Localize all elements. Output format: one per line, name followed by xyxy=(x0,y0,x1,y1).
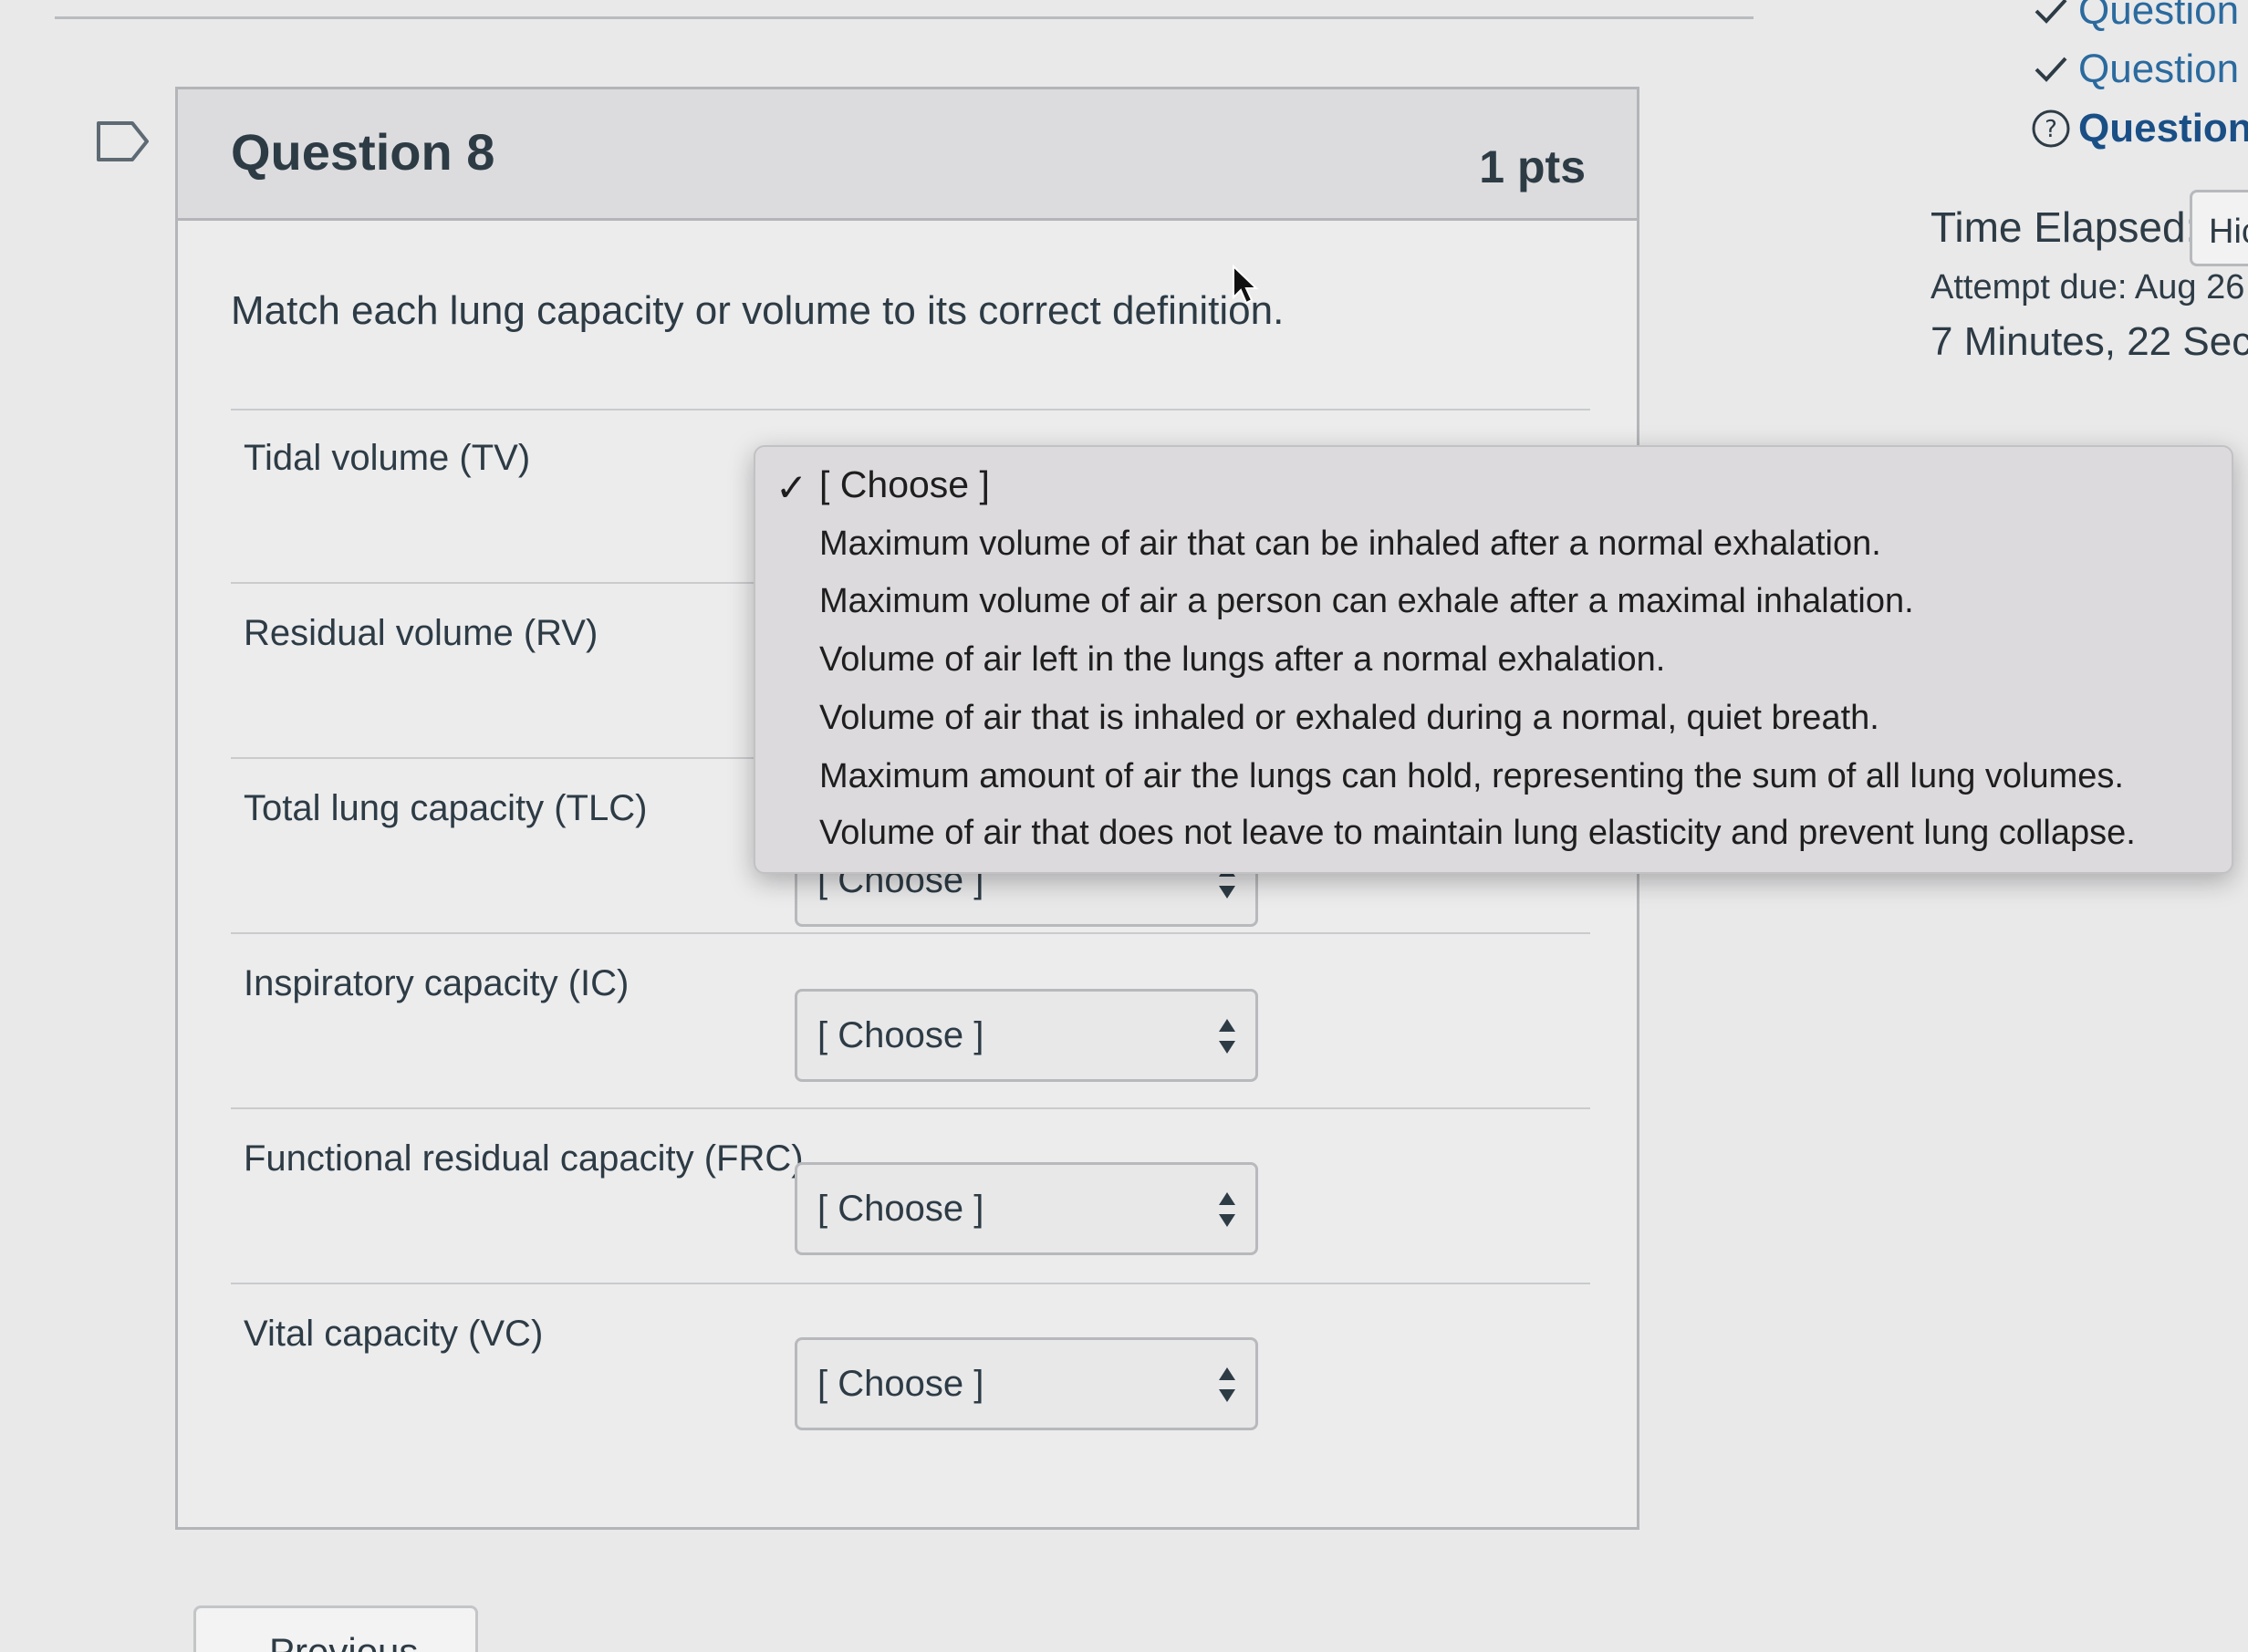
dropdown-option[interactable]: Volume of air left in the lungs after a … xyxy=(819,640,1665,680)
dropdown-option[interactable]: [ Choose ] xyxy=(819,463,990,506)
match-row-label: Tidal volume (TV) xyxy=(244,438,531,478)
mouse-cursor-icon xyxy=(1233,265,1259,305)
answer-select[interactable]: [ Choose ] xyxy=(795,1337,1258,1430)
hide-timer-label: Hic xyxy=(2209,213,2248,251)
row-divider xyxy=(231,932,1590,934)
dropdown-option[interactable]: Maximum volume of air a person can exhal… xyxy=(819,582,1914,621)
sidebar-question-link-current[interactable]: ? Question xyxy=(2031,103,2248,154)
top-divider xyxy=(55,16,1754,19)
question-points: 1 pts xyxy=(1479,141,1586,192)
match-row-label: Residual volume (RV) xyxy=(244,613,598,653)
match-row: Inspiratory capacity (IC) [ Choose ] xyxy=(231,936,1590,1109)
match-row: Vital capacity (VC) [ Choose ] xyxy=(231,1286,1590,1460)
answer-select[interactable]: [ Choose ] xyxy=(795,1162,1258,1255)
check-icon xyxy=(2035,0,2067,24)
sidebar-question-label: Question xyxy=(2078,106,2248,151)
question-prompt: Match each lung capacity or volume to it… xyxy=(231,288,1285,333)
check-icon xyxy=(2035,57,2067,82)
answer-dropdown-list[interactable]: ✓ [ Choose ] Maximum volume of air that … xyxy=(754,445,2233,874)
sidebar-question-link[interactable]: Question xyxy=(2031,44,2248,95)
dropdown-option[interactable]: Maximum volume of air that can be inhale… xyxy=(819,525,1881,564)
question-title: Question 8 xyxy=(231,123,495,181)
select-value: [ Choose ] xyxy=(817,1364,984,1404)
time-elapsed-value: 7 Minutes, 22 Seco xyxy=(1931,319,2248,364)
help-circle-icon: ? xyxy=(2032,109,2070,148)
match-row-label: Vital capacity (VC) xyxy=(244,1314,544,1354)
match-row-label: Inspiratory capacity (IC) xyxy=(244,963,630,1003)
answer-select[interactable]: [ Choose ] xyxy=(795,989,1258,1082)
select-arrows-icon xyxy=(1219,1019,1235,1054)
previous-button[interactable]: Previous xyxy=(193,1605,478,1652)
row-divider xyxy=(231,1107,1590,1109)
match-row-label: Total lung capacity (TLC) xyxy=(244,788,648,828)
sidebar-question-link[interactable]: Question xyxy=(2031,0,2248,36)
hide-timer-button[interactable]: Hic xyxy=(2190,190,2248,266)
select-value: [ Choose ] xyxy=(817,1015,984,1055)
dropdown-option[interactable]: Volume of air that does not leave to mai… xyxy=(819,814,2136,853)
dropdown-option[interactable]: Volume of air that is inhaled or exhaled… xyxy=(819,699,1879,738)
row-divider xyxy=(231,1283,1590,1284)
flag-question-icon[interactable] xyxy=(96,120,151,162)
svg-text:?: ? xyxy=(2045,116,2057,143)
attempt-due-text: Attempt due: Aug 26 at xyxy=(1931,268,2248,307)
sidebar-question-label: Question xyxy=(2078,0,2240,33)
time-elapsed-label: Time Elapsed: xyxy=(1931,203,2198,251)
match-row-label: Functional residual capacity (FRC) xyxy=(244,1138,804,1179)
dropdown-option[interactable]: Maximum amount of air the lungs can hold… xyxy=(819,757,2124,796)
sidebar-question-label: Question xyxy=(2078,47,2240,91)
selected-check-icon: ✓ xyxy=(775,466,808,509)
previous-button-label: Previous xyxy=(269,1630,419,1652)
select-value: [ Choose ] xyxy=(817,1189,984,1229)
match-row: Functional residual capacity (FRC) [ Cho… xyxy=(231,1111,1590,1284)
select-arrows-icon xyxy=(1219,1192,1235,1227)
question-header: Question 8 1 pts xyxy=(178,89,1637,221)
select-arrows-icon xyxy=(1219,1367,1235,1402)
